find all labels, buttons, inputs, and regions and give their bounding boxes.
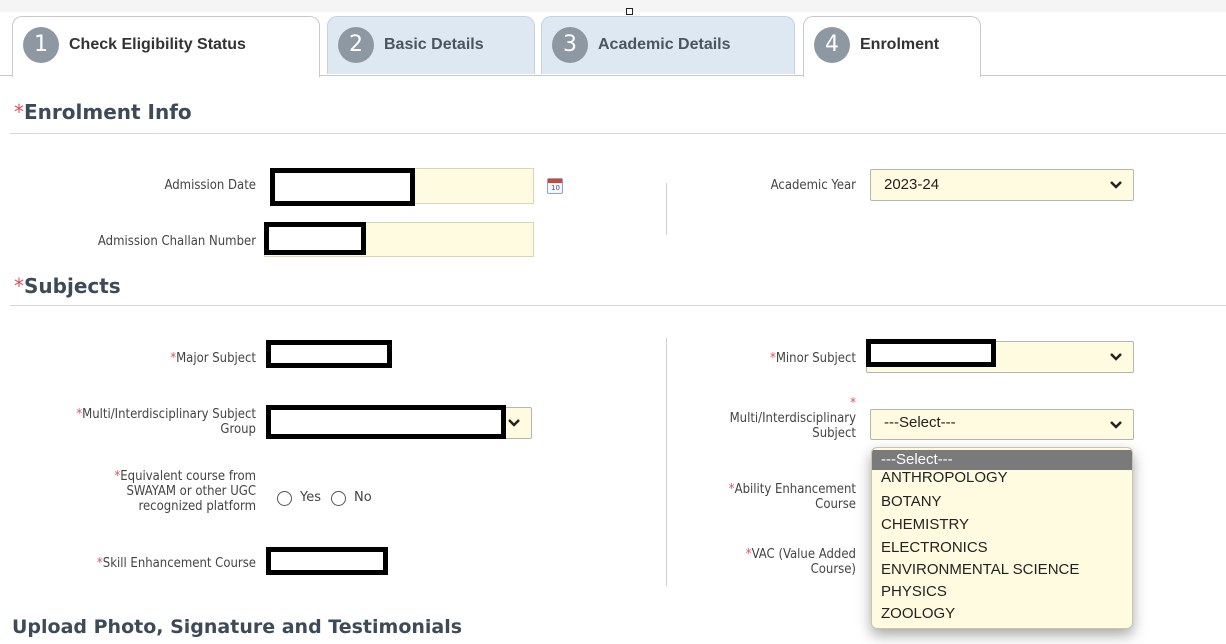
step-1-badge: 1 <box>23 27 59 63</box>
redacted-value <box>264 222 366 255</box>
upload-section-heading: Upload Photo, Signature and Testimonials <box>12 616 463 638</box>
column-divider <box>666 338 667 586</box>
chevron-down-icon <box>508 419 520 427</box>
tab-check-eligibility[interactable]: 1 Check Eligibility Status <box>12 16 320 77</box>
chevron-down-icon <box>1110 353 1122 361</box>
tab-label: Check Eligibility Status <box>69 36 246 53</box>
tab-label: Academic Details <box>598 36 731 53</box>
tab-academic-details[interactable]: 3 Academic Details <box>541 16 795 74</box>
dropdown-option-physics[interactable]: PHYSICS <box>872 583 1132 605</box>
redacted-value <box>866 339 996 367</box>
tab-label: Enrolment <box>860 36 940 53</box>
dropdown-option-electronics[interactable]: ELECTRONICS <box>872 539 1132 561</box>
equivalent-yes-radio[interactable] <box>277 491 292 506</box>
major-subject-label: *Major Subject <box>170 351 256 366</box>
step-2-badge: 2 <box>338 27 374 63</box>
admission-challan-label: Admission Challan Number <box>97 234 256 249</box>
major-subject-select-redacted[interactable] <box>266 340 392 368</box>
multi-group-label: *Multi/Interdisciplinary Subject Group <box>76 407 256 437</box>
multi-subject-select[interactable]: ---Select--- <box>870 409 1134 440</box>
academic-year-select[interactable]: 2023-24 <box>870 169 1134 201</box>
dropdown-option-botany[interactable]: BOTANY <box>872 493 1132 515</box>
tab-label: Basic Details <box>384 36 484 53</box>
radio-no-label: No <box>354 490 372 505</box>
equivalent-course-label: *Equivalent course from SWAYAM or other … <box>114 469 256 514</box>
tab-enrolment[interactable]: 4 Enrolment <box>803 16 981 77</box>
chevron-down-icon <box>1110 181 1122 189</box>
calendar-icon[interactable]: 10 <box>547 178 563 194</box>
equivalent-no-radio[interactable] <box>331 491 346 506</box>
dropdown-option-zoology[interactable]: ZOOLOGY <box>872 605 1132 627</box>
redacted-value <box>270 168 415 206</box>
dropdown-option-anthropology[interactable]: ANTHROPOLOGY <box>872 469 1132 491</box>
dropdown-option-select[interactable]: ---Select--- <box>872 450 1132 470</box>
skill-enhancement-label: *Skill Enhancement Course <box>96 556 256 571</box>
radio-yes-label: Yes <box>300 490 321 505</box>
section-divider <box>10 133 1226 134</box>
step-4-badge: 4 <box>814 27 850 63</box>
skill-enhancement-select-redacted[interactable] <box>266 547 388 575</box>
redacted-value <box>266 405 506 439</box>
required-marker: * <box>14 100 24 124</box>
tab-basic-details[interactable]: 2 Basic Details <box>327 16 535 74</box>
step-3-badge: 3 <box>552 27 588 63</box>
ability-enhancement-label: *Ability Enhancement Course <box>728 482 856 512</box>
resize-handle[interactable] <box>626 8 633 15</box>
multi-subject-dropdown-list[interactable]: ---Select--- ANTHROPOLOGY BOTANY CHEMIST… <box>871 447 1133 629</box>
academic-year-label: Academic Year <box>770 178 856 193</box>
vac-label: *VAC (Value Added Course) <box>745 547 856 577</box>
chevron-down-icon <box>1110 421 1122 429</box>
column-divider <box>666 183 667 235</box>
dropdown-option-environmental-science[interactable]: ENVIRONMENTAL SCIENCE <box>872 561 1132 583</box>
section-divider <box>10 305 1226 306</box>
top-strip <box>0 0 1226 12</box>
subjects-heading: *Subjects <box>14 274 121 298</box>
minor-subject-label: *Minor Subject <box>769 351 856 366</box>
dropdown-option-chemistry[interactable]: CHEMISTRY <box>872 516 1132 538</box>
enrolment-info-heading: *Enrolment Info <box>14 100 192 124</box>
required-marker: * <box>14 274 24 298</box>
multi-subject-label: * Multi/Interdisciplinary Subject <box>729 396 856 441</box>
admission-date-label: Admission Date <box>164 178 256 193</box>
